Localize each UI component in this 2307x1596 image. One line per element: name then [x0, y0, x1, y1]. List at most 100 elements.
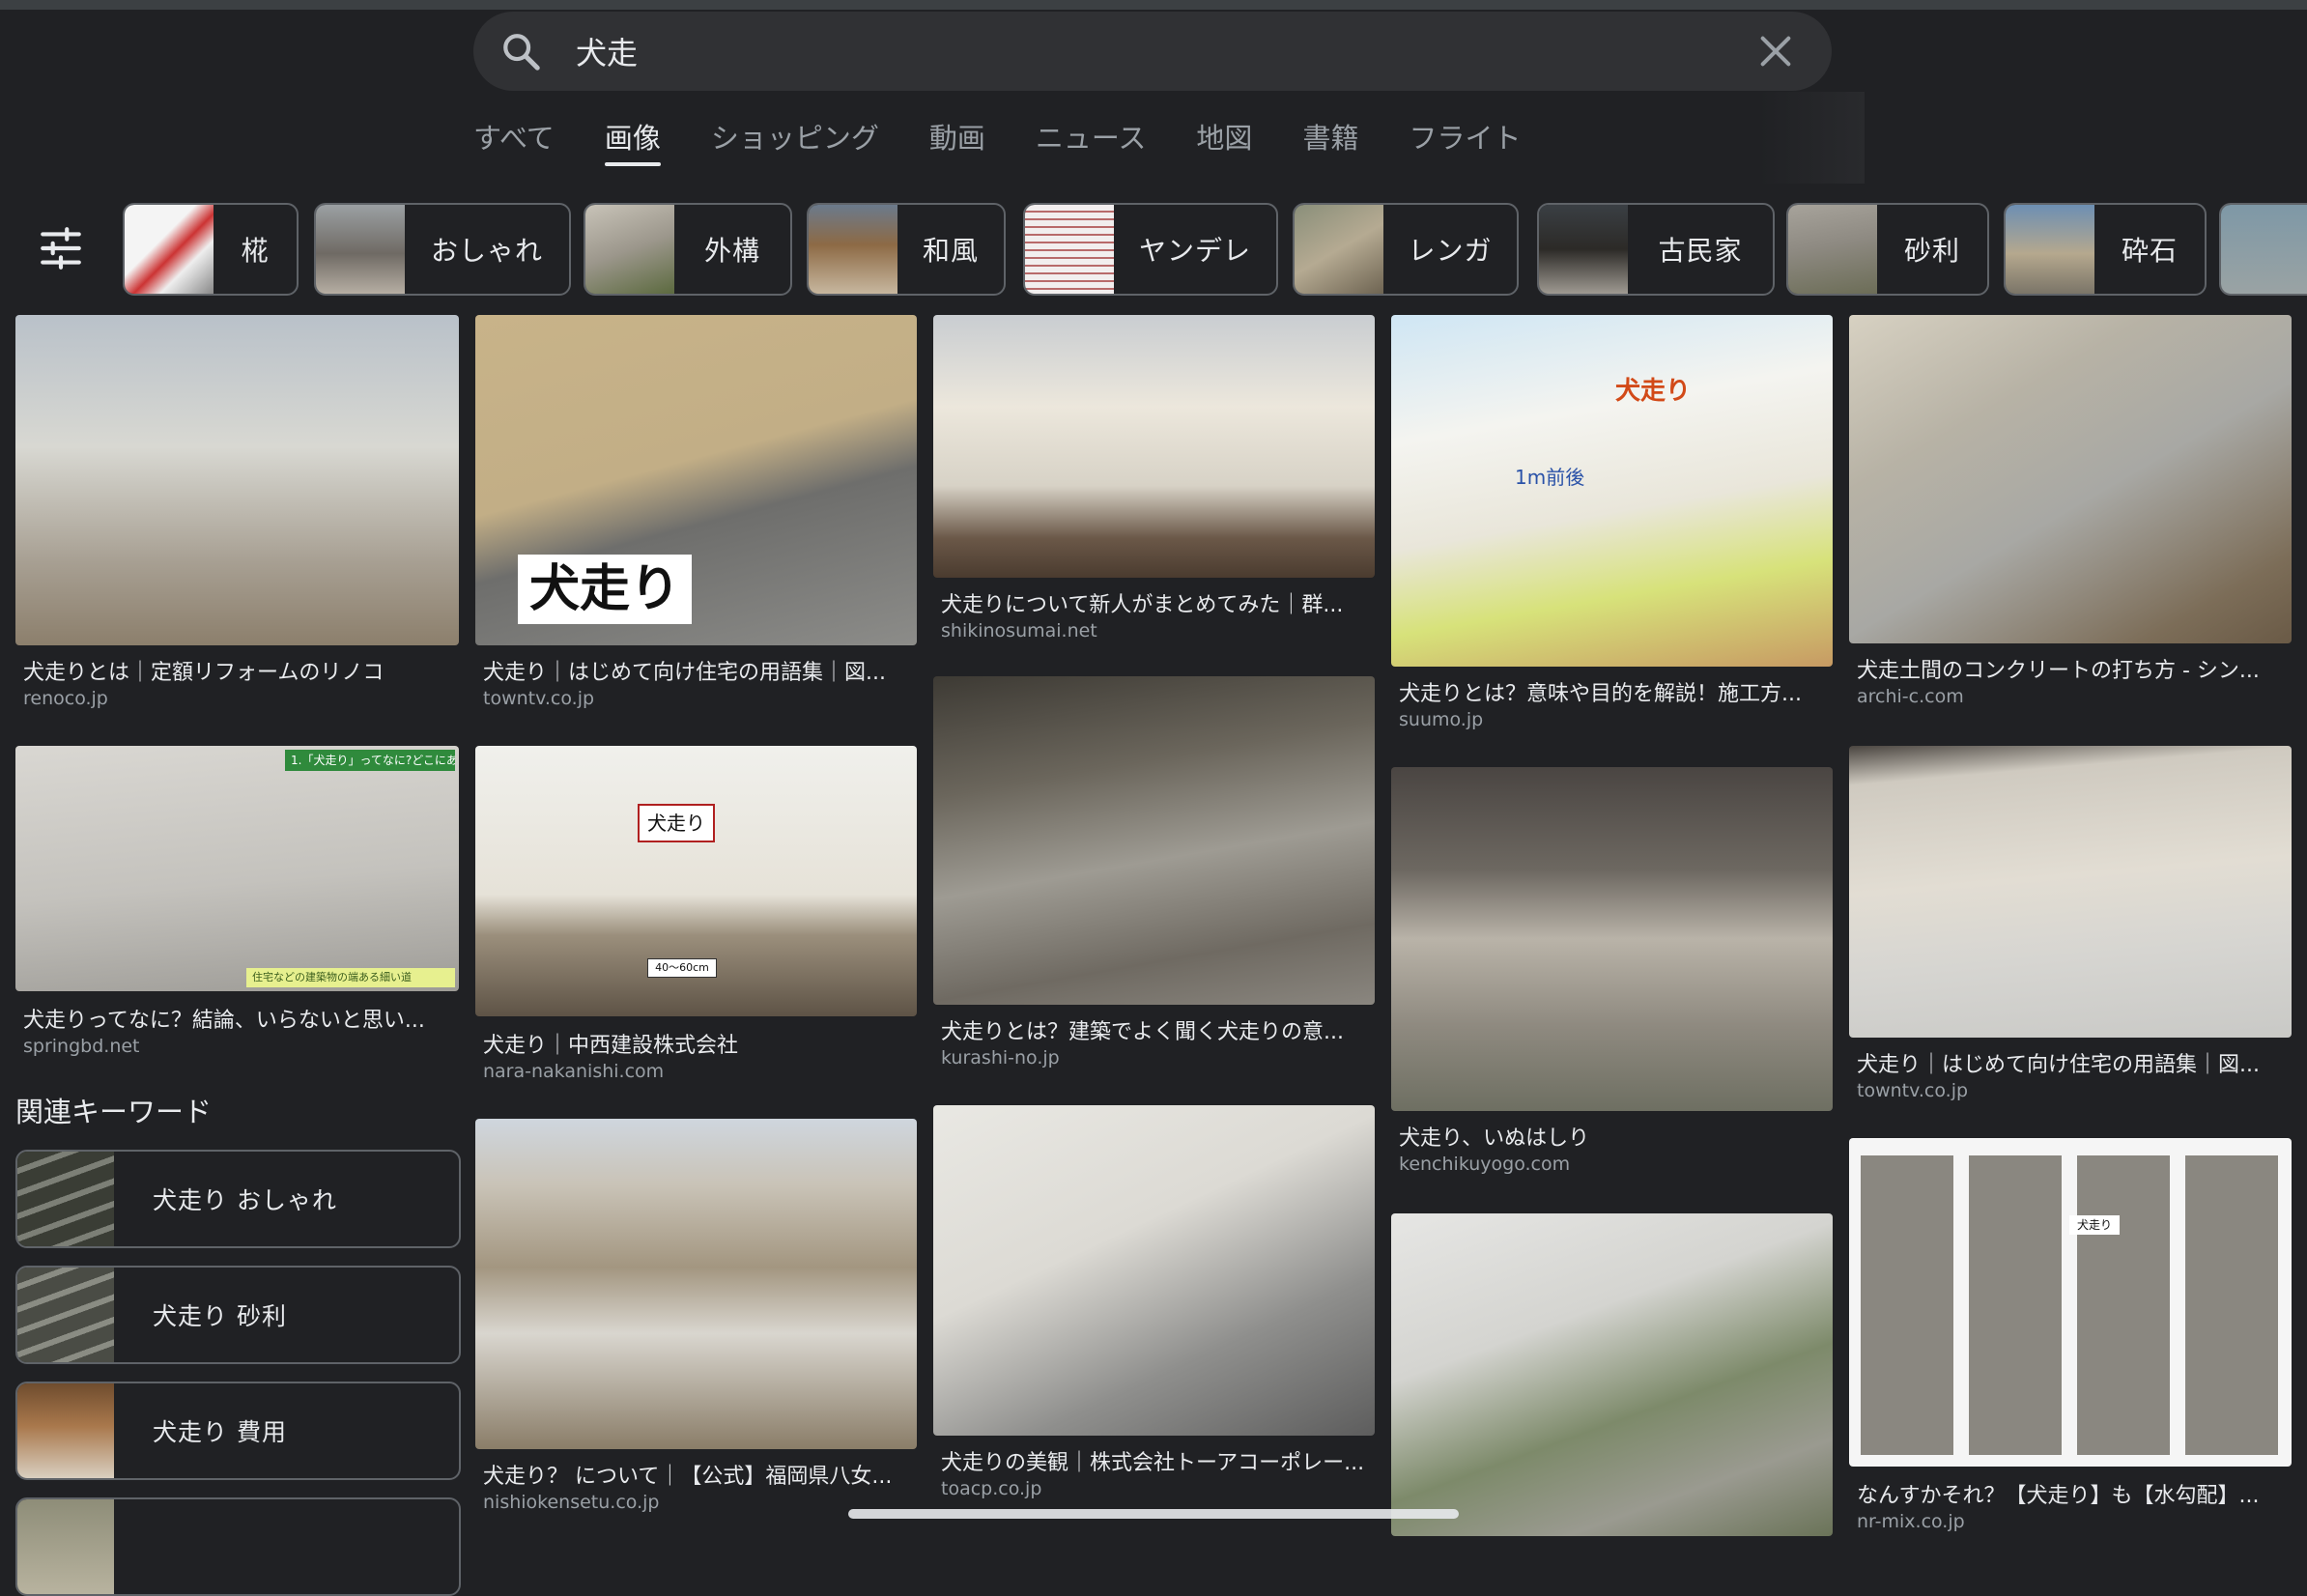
result-title[interactable]: なんすかそれ？【犬走り】も【水勾配】...: [1857, 1478, 2282, 1509]
chip-thumbnail: [585, 205, 674, 294]
chip-kaba[interactable]: 椛: [123, 203, 299, 296]
result-image-grid: [1861, 1155, 2280, 1455]
home-indicator[interactable]: [848, 1509, 1459, 1519]
result-image[interactable]: 犬走り 1m前後: [1391, 315, 1833, 667]
related-thumbnail: [17, 1152, 114, 1246]
image-result[interactable]: 犬走り｜はじめて向け住宅の用語集｜図... towntv.co.jp: [1849, 746, 2292, 1113]
image-result[interactable]: 1.「犬走り」ってなに?どこにあるの? 住宅などの建築物の端ある細い道 犬走りっ…: [15, 746, 459, 1065]
result-image[interactable]: 犬走り: [1849, 1138, 2292, 1467]
result-title[interactable]: 犬走り｜中西建設株式会社: [483, 1028, 908, 1059]
search-input[interactable]: 犬走: [576, 29, 1756, 73]
result-title[interactable]: 犬走り？ について｜【公式】福岡県八女...: [483, 1459, 908, 1490]
tab-shopping[interactable]: ショッピング: [711, 116, 879, 166]
chip-label: 椛: [241, 235, 270, 267]
tab-maps[interactable]: 地図: [1196, 116, 1252, 166]
chip-renga[interactable]: レンガ: [1293, 203, 1519, 296]
image-result[interactable]: 犬走り なんすかそれ？【犬走り】も【水勾配】... nr-mix.co.jp: [1849, 1138, 2292, 1536]
image-result[interactable]: 犬走りとは？建築でよく聞く犬走りの意... kurashi-no.jp: [933, 676, 1375, 1072]
image-result[interactable]: 犬走り？ について｜【公式】福岡県八女... nishiokensetu.co.…: [475, 1119, 917, 1515]
result-title[interactable]: 犬走り｜はじめて向け住宅の用語集｜図...: [483, 655, 908, 686]
related-keyword[interactable]: 犬走り 砂利: [15, 1266, 461, 1364]
result-source[interactable]: suumo.jp: [1399, 709, 1483, 730]
result-title[interactable]: 犬走りについて新人がまとめてみた｜群...: [941, 587, 1366, 618]
chip-kominka[interactable]: 古民家: [1537, 203, 1775, 296]
search-bar[interactable]: 犬走: [473, 12, 1832, 91]
result-source[interactable]: renoco.jp: [23, 688, 108, 709]
image-overlay-label: 犬走り: [518, 555, 692, 624]
result-image[interactable]: 1.「犬走り」ってなに?どこにあるの? 住宅などの建築物の端ある細い道: [15, 746, 459, 991]
chip-thumbnail: [1788, 205, 1877, 294]
result-image[interactable]: [475, 1119, 917, 1449]
chip-wafu[interactable]: 和風: [807, 203, 1006, 296]
image-result[interactable]: 犬走り、いぬはしり kenchikuyogo.com: [1391, 767, 1833, 1175]
tab-all[interactable]: すべて: [473, 116, 555, 166]
result-title[interactable]: 犬走りとは？建築でよく聞く犬走りの意...: [941, 1014, 1366, 1045]
chip-saiseki[interactable]: 砕石: [2004, 203, 2207, 296]
result-image[interactable]: [933, 315, 1375, 578]
result-image[interactable]: 犬走り: [475, 315, 917, 645]
result-source[interactable]: nr-mix.co.jp: [1857, 1511, 1965, 1532]
result-title[interactable]: 犬走り｜はじめて向け住宅の用語集｜図...: [1857, 1047, 2282, 1078]
chip-thumbnail: [809, 205, 897, 294]
search-icon[interactable]: [498, 29, 543, 73]
chip-more[interactable]: [2219, 203, 2307, 296]
result-title[interactable]: 犬走りとは？意味や目的を解説！施工方...: [1399, 676, 1824, 707]
result-source[interactable]: archi-c.com: [1857, 686, 1964, 707]
chip-thumbnail: [316, 205, 405, 294]
result-source[interactable]: springbd.net: [23, 1036, 140, 1057]
result-source[interactable]: toacp.co.jp: [941, 1478, 1041, 1499]
filter-tune-icon[interactable]: [37, 224, 85, 272]
chip-label: 砕石: [2121, 235, 2178, 267]
chip-label: おしゃれ: [430, 235, 543, 267]
image-result[interactable]: [1391, 1213, 1833, 1536]
image-result[interactable]: 犬走りについて新人がまとめてみた｜群... shikinosumai.net: [933, 315, 1375, 653]
chip-label: 砂利: [1903, 235, 1960, 267]
image-result[interactable]: 犬走り 犬走り｜はじめて向け住宅の用語集｜図... towntv.co.jp: [475, 315, 917, 721]
related-thumbnail: [17, 1499, 114, 1594]
result-title[interactable]: 犬走りとは｜定額リフォームのリノコ: [23, 655, 448, 686]
related-keyword[interactable]: 犬走り 費用: [15, 1382, 461, 1480]
result-source[interactable]: towntv.co.jp: [1857, 1080, 1968, 1101]
result-image[interactable]: [933, 1105, 1375, 1436]
result-image[interactable]: [1391, 767, 1833, 1111]
image-result[interactable]: 犬走りとは｜定額リフォームのリノコ renoco.jp: [15, 315, 459, 721]
tab-videos[interactable]: 動画: [929, 116, 985, 166]
related-keyword[interactable]: 犬走り おしゃれ: [15, 1150, 461, 1248]
chip-oshare[interactable]: おしゃれ: [314, 203, 571, 296]
related-thumbnail: [17, 1383, 114, 1478]
result-image[interactable]: 犬走り 40～60cm: [475, 746, 917, 1016]
chip-gaiko[interactable]: 外構: [584, 203, 792, 296]
image-note: 1m前後: [1515, 466, 1585, 489]
result-source[interactable]: nishiokensetu.co.jp: [483, 1492, 659, 1513]
result-title[interactable]: 犬走りの美観｜株式会社トーアコーポレー...: [941, 1445, 1366, 1476]
related-keyword[interactable]: [15, 1497, 461, 1596]
chip-yandere[interactable]: ヤンデレ: [1023, 203, 1278, 296]
search-tabs: すべて 画像 ショッピング 動画 ニュース 地図 書籍 フライト: [473, 116, 1571, 184]
chip-jari[interactable]: 砂利: [1786, 203, 1989, 296]
result-source[interactable]: nara-nakanishi.com: [483, 1061, 664, 1082]
result-title[interactable]: 犬走りってなに？結論、いらないと思い...: [23, 1003, 448, 1034]
result-source[interactable]: kenchikuyogo.com: [1399, 1154, 1570, 1175]
result-title[interactable]: 犬走土間のコンクリートの打ち方 - シン...: [1857, 653, 2282, 684]
image-overlay-label: 犬走り: [2069, 1215, 2120, 1235]
result-source[interactable]: kurashi-no.jp: [941, 1047, 1060, 1069]
result-image[interactable]: [15, 315, 459, 645]
result-image[interactable]: [1849, 315, 2292, 643]
chip-label: ヤンデレ: [1138, 235, 1251, 267]
result-title[interactable]: 犬走り、いぬはしり: [1399, 1121, 1824, 1152]
result-source[interactable]: shikinosumai.net: [941, 620, 1097, 641]
tab-news[interactable]: ニュース: [1036, 116, 1147, 166]
image-result[interactable]: 犬走り 1m前後 犬走りとは？意味や目的を解説！施工方... suumo.jp: [1391, 315, 1833, 740]
image-result[interactable]: 犬走り 40～60cm 犬走り｜中西建設株式会社 nara-nakanishi.…: [475, 746, 917, 1094]
image-result[interactable]: 犬走りの美観｜株式会社トーアコーポレー... toacp.co.jp: [933, 1105, 1375, 1501]
tab-books[interactable]: 書籍: [1302, 116, 1358, 166]
close-icon[interactable]: [1756, 32, 1795, 71]
result-image[interactable]: [1849, 746, 2292, 1038]
image-result[interactable]: 犬走土間のコンクリートの打ち方 - シン... archi-c.com: [1849, 315, 2292, 721]
result-image[interactable]: [1391, 1213, 1833, 1536]
tab-images[interactable]: 画像: [604, 116, 661, 166]
result-image[interactable]: [933, 676, 1375, 1005]
image-overlay-label: 犬走り: [638, 804, 715, 842]
tab-flights[interactable]: フライト: [1409, 116, 1521, 166]
result-source[interactable]: towntv.co.jp: [483, 688, 594, 709]
